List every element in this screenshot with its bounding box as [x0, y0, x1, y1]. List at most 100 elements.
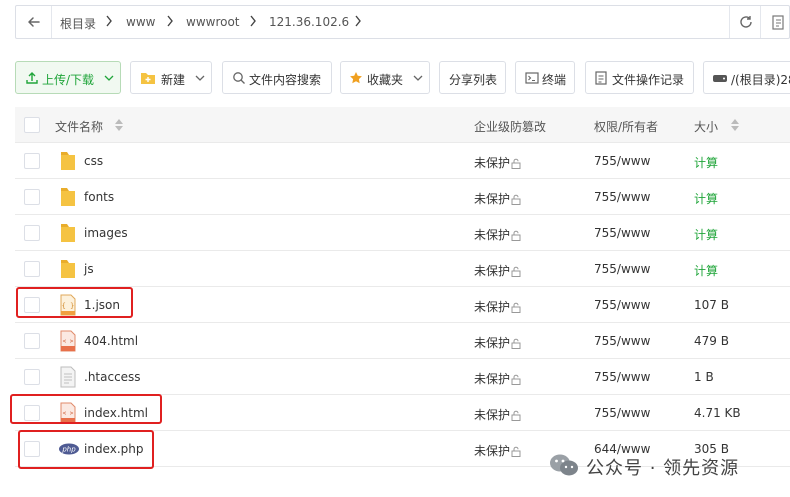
- row-checkbox[interactable]: [24, 261, 40, 277]
- permission-owner[interactable]: 755/www: [594, 334, 650, 348]
- protect-status: 未保护: [474, 226, 522, 243]
- file-size: 479 B: [694, 334, 729, 348]
- sort-icon[interactable]: [114, 118, 124, 132]
- chevron-right-icon: [167, 15, 173, 27]
- lock-icon[interactable]: [511, 158, 522, 169]
- refresh-icon: [740, 16, 752, 28]
- back-button[interactable]: [16, 6, 52, 38]
- breadcrumb-root[interactable]: 根目录: [60, 15, 96, 32]
- lock-icon[interactable]: [511, 230, 522, 241]
- lock-icon[interactable]: [511, 446, 522, 457]
- lock-icon[interactable]: [511, 374, 522, 385]
- arrow-left-icon: [28, 17, 40, 27]
- terminal-button[interactable]: 终端: [515, 61, 575, 94]
- lock-icon[interactable]: [511, 410, 522, 421]
- table-row[interactable]: .htaccess 未保护 755/www 1 B: [15, 359, 790, 395]
- permission-owner[interactable]: 755/www: [594, 406, 650, 420]
- sort-icon[interactable]: [730, 118, 740, 132]
- content-search-button[interactable]: 文件内容搜索: [222, 61, 332, 94]
- permission-owner[interactable]: 755/www: [594, 154, 650, 168]
- calculate-size-link[interactable]: 计算: [694, 262, 718, 279]
- disk-button[interactable]: /(根目录)28: [703, 61, 790, 94]
- address-bar: 根目录 www wwwroot 121.36.102.6: [15, 5, 790, 39]
- permission-owner[interactable]: 755/www: [594, 370, 650, 384]
- file-size: 4.71 KB: [694, 406, 741, 420]
- share-list-button[interactable]: 分享列表: [439, 61, 506, 94]
- permission-owner[interactable]: 755/www: [594, 226, 650, 240]
- calculate-size-link[interactable]: 计算: [694, 154, 718, 171]
- file-name[interactable]: css: [84, 154, 103, 168]
- calculate-size-link[interactable]: 计算: [694, 190, 718, 207]
- folder-icon: [59, 150, 77, 172]
- upload-download-button[interactable]: 上传/下载: [15, 61, 121, 94]
- lock-icon[interactable]: [511, 266, 522, 277]
- table-row[interactable]: fonts 未保护 755/www 计算: [15, 179, 790, 215]
- share-list-label: 分享列表: [449, 73, 498, 87]
- upload-icon: [26, 72, 38, 84]
- protect-status: 未保护: [474, 298, 522, 315]
- table-row[interactable]: images 未保护 755/www 计算: [15, 215, 790, 251]
- chevron-down-icon: [104, 75, 114, 81]
- file-size: 107 B: [694, 298, 729, 312]
- file-oplog-label: 文件操作记录: [612, 73, 685, 87]
- header-perm: 权限/所有者: [594, 120, 659, 134]
- table-row[interactable]: js 未保护 755/www 计算: [15, 251, 790, 287]
- row-checkbox[interactable]: [24, 189, 40, 205]
- breadcrumb-www[interactable]: www: [126, 15, 155, 29]
- document-icon: [595, 71, 607, 85]
- watermark-text: 公众号 · 领先资源: [586, 458, 740, 479]
- svg-text:< >: < >: [63, 338, 74, 345]
- permission-owner[interactable]: 755/www: [594, 262, 650, 276]
- file-oplog-button[interactable]: 文件操作记录: [585, 61, 694, 94]
- file-name[interactable]: js: [84, 262, 94, 276]
- lock-icon[interactable]: [511, 302, 522, 313]
- file-name[interactable]: fonts: [84, 190, 114, 204]
- refresh-button[interactable]: [729, 6, 761, 38]
- new-folder-icon: [141, 73, 155, 84]
- breadcrumb-site[interactable]: 121.36.102.6: [269, 15, 349, 29]
- row-checkbox[interactable]: [24, 369, 40, 385]
- breadcrumb-wwwroot[interactable]: wwwroot: [186, 15, 240, 29]
- protect-status-text: 未保护: [474, 264, 511, 278]
- protect-status-text: 未保护: [474, 228, 511, 242]
- favorites-button[interactable]: 收藏夹: [340, 61, 430, 94]
- content-search-label: 文件内容搜索: [249, 73, 322, 87]
- row-checkbox[interactable]: [24, 225, 40, 241]
- file-size: 1 B: [694, 370, 714, 384]
- protect-status: 未保护: [474, 154, 522, 171]
- table-row[interactable]: < > 404.html 未保护 755/www 479 B: [15, 323, 790, 359]
- favorites-label: 收藏夹: [367, 73, 404, 87]
- table-row[interactable]: css 未保护 755/www 计算: [15, 143, 790, 179]
- protect-status-text: 未保护: [474, 372, 511, 386]
- protect-status-text: 未保护: [474, 156, 511, 170]
- lock-icon[interactable]: [511, 194, 522, 205]
- chevron-right-icon: [106, 15, 112, 27]
- permission-owner[interactable]: 755/www: [594, 190, 650, 204]
- terminal-label: 终端: [542, 73, 567, 87]
- select-all-checkbox[interactable]: [24, 117, 40, 133]
- header-name[interactable]: 文件名称: [55, 118, 103, 135]
- folder-icon: [59, 186, 77, 208]
- terminal-icon: [525, 72, 539, 84]
- file-name[interactable]: .htaccess: [84, 370, 141, 384]
- row-checkbox[interactable]: [24, 333, 40, 349]
- text-file-icon: [59, 366, 77, 388]
- file-name[interactable]: 404.html: [84, 334, 138, 348]
- permission-owner[interactable]: 755/www: [594, 298, 650, 312]
- row-checkbox[interactable]: [24, 153, 40, 169]
- html-file-icon: < >: [59, 330, 77, 352]
- header-protect: 企业级防篡改: [474, 120, 547, 134]
- highlight-box: [10, 394, 162, 424]
- folder-icon: [59, 258, 77, 280]
- edit-path-button[interactable]: [766, 6, 790, 38]
- protect-status: 未保护: [474, 190, 522, 207]
- calculate-size-link[interactable]: 计算: [694, 226, 718, 243]
- protect-status: 未保护: [474, 370, 522, 387]
- lock-icon[interactable]: [511, 338, 522, 349]
- disk-label: /(根目录)28: [731, 73, 790, 87]
- file-name[interactable]: images: [84, 226, 128, 240]
- protect-status: 未保护: [474, 262, 522, 279]
- new-button[interactable]: 新建: [130, 61, 212, 94]
- star-icon: [350, 72, 362, 84]
- header-size[interactable]: 大小: [694, 118, 718, 135]
